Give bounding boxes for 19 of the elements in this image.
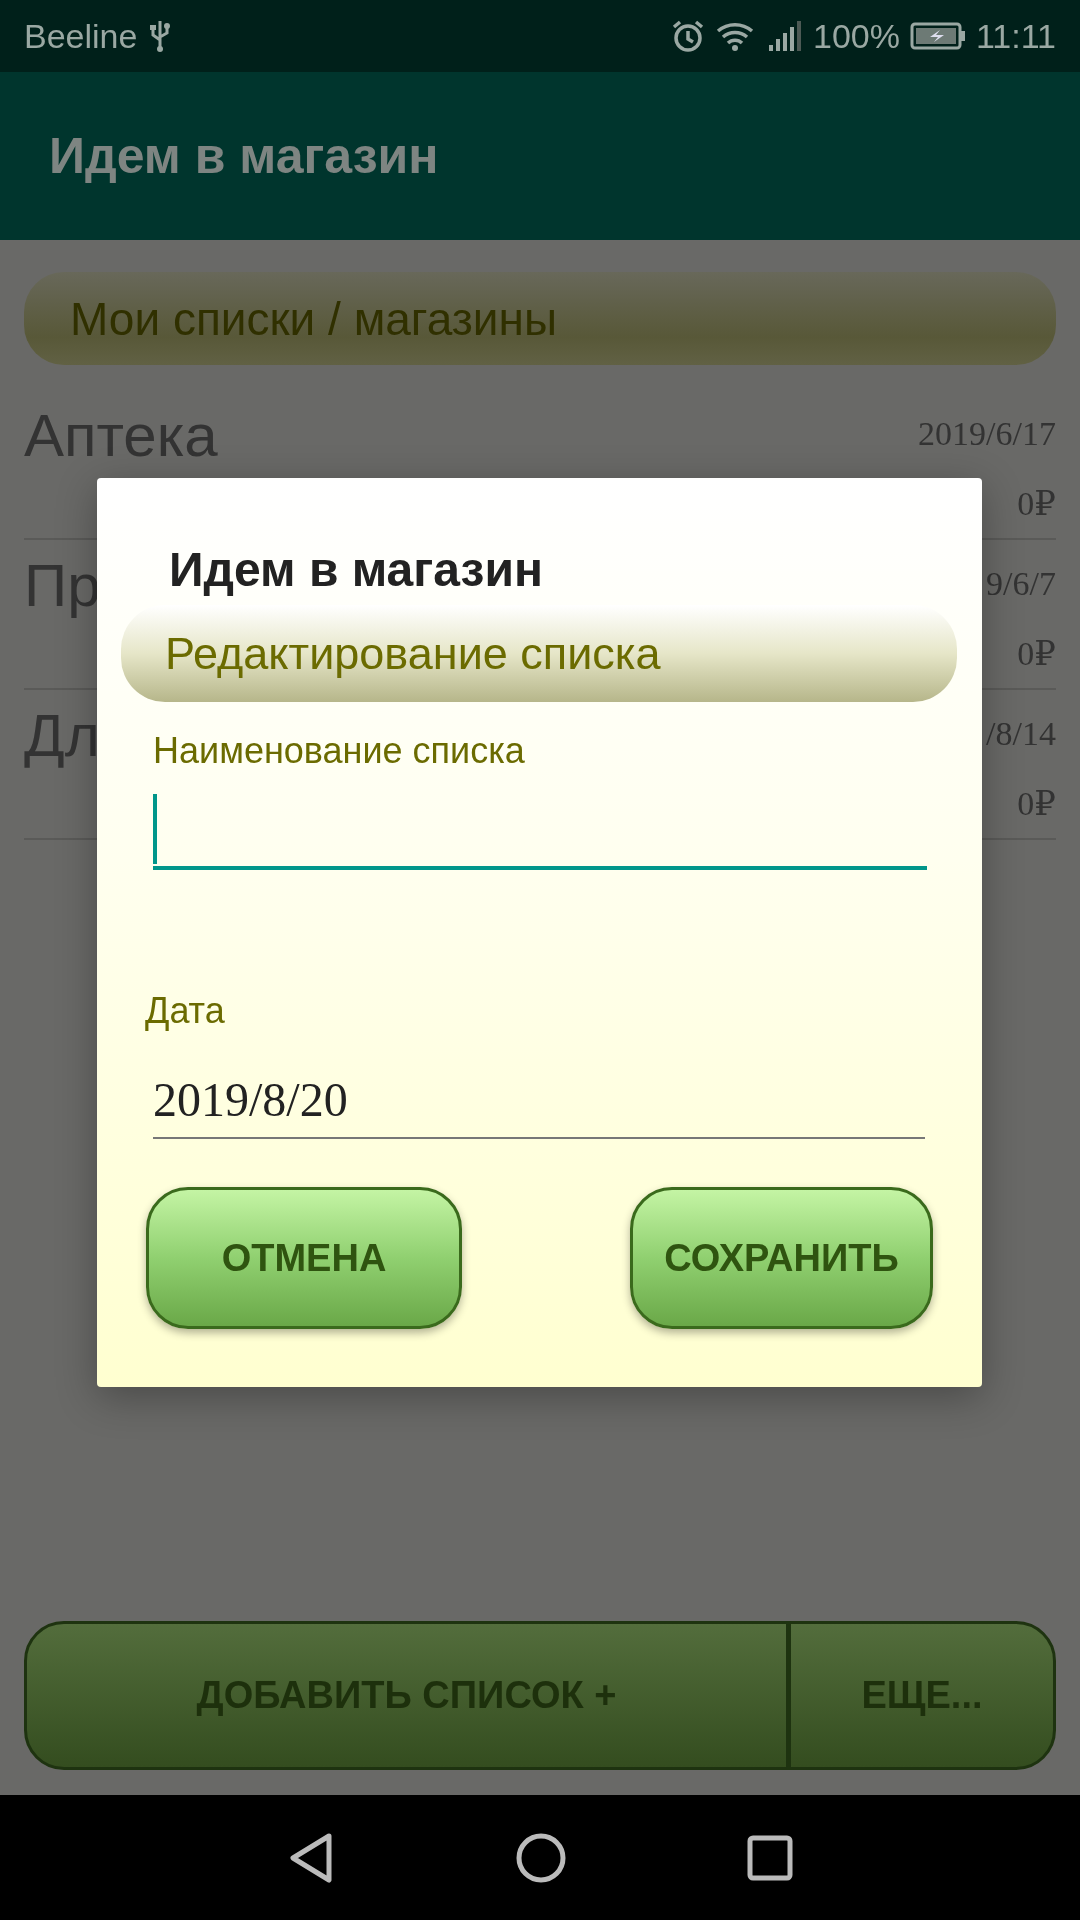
back-icon[interactable] bbox=[287, 1831, 335, 1884]
signal-icon bbox=[767, 19, 803, 53]
carrier-name: Beeline bbox=[24, 16, 138, 56]
field-label: Наименование списка bbox=[153, 730, 526, 772]
alarm-icon bbox=[671, 19, 705, 53]
clock-time: 11:11 bbox=[975, 16, 1056, 56]
save-button[interactable]: СОХРАНИТЬ bbox=[630, 1187, 933, 1329]
battery-percent: 100% bbox=[813, 16, 900, 56]
dialog-subtitle: Редактирование списка bbox=[121, 605, 957, 702]
home-icon[interactable] bbox=[515, 1831, 567, 1884]
battery-charging-icon bbox=[909, 22, 966, 50]
date-field[interactable]: 2019/8/20 bbox=[153, 1072, 925, 1139]
recents-icon[interactable] bbox=[747, 1834, 793, 1881]
usb-icon bbox=[149, 19, 172, 53]
app-title: Идем в магазин bbox=[49, 127, 439, 185]
cancel-button[interactable]: ОТМЕНА bbox=[146, 1187, 462, 1329]
dialog-title: Идем в магазин bbox=[169, 542, 544, 597]
section-header: Мои списки / магазины bbox=[24, 272, 1056, 365]
field-label: Дата bbox=[145, 990, 226, 1032]
